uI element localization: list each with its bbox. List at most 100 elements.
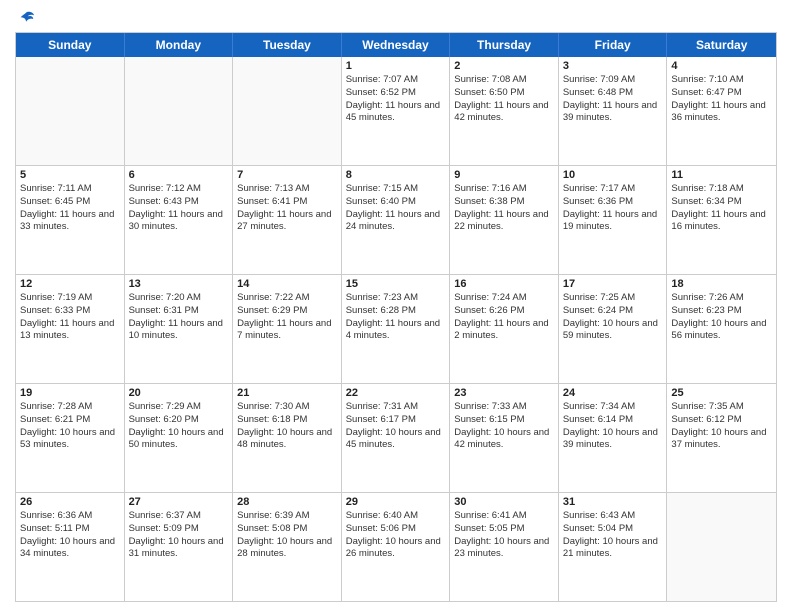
day-info: Sunrise: 7:10 AM Sunset: 6:47 PM Dayligh… bbox=[671, 74, 772, 125]
day-number: 28 bbox=[237, 496, 337, 508]
calendar-row-1: 5 Sunrise: 7:11 AM Sunset: 6:45 PM Daylig… bbox=[16, 166, 776, 275]
day-number: 2 bbox=[454, 60, 554, 72]
day-info: Sunrise: 7:26 AM Sunset: 6:23 PM Dayligh… bbox=[671, 292, 772, 343]
day-number: 7 bbox=[237, 169, 337, 181]
empty-cell bbox=[233, 57, 342, 165]
day-cell-21: 21 Sunrise: 7:30 AM Sunset: 6:18 PM Dayli… bbox=[233, 384, 342, 492]
empty-cell bbox=[667, 493, 776, 601]
day-number: 20 bbox=[129, 387, 229, 399]
day-number: 4 bbox=[671, 60, 772, 72]
day-info: Sunrise: 7:07 AM Sunset: 6:52 PM Dayligh… bbox=[346, 74, 446, 125]
day-number: 19 bbox=[20, 387, 120, 399]
day-info: Sunrise: 7:33 AM Sunset: 6:15 PM Dayligh… bbox=[454, 401, 554, 452]
day-cell-2: 2 Sunrise: 7:08 AM Sunset: 6:50 PM Daylig… bbox=[450, 57, 559, 165]
day-cell-12: 12 Sunrise: 7:19 AM Sunset: 6:33 PM Dayli… bbox=[16, 275, 125, 383]
calendar-header: SundayMondayTuesdayWednesdayThursdayFrid… bbox=[16, 33, 776, 57]
day-info: Sunrise: 7:11 AM Sunset: 6:45 PM Dayligh… bbox=[20, 183, 120, 234]
day-info: Sunrise: 7:23 AM Sunset: 6:28 PM Dayligh… bbox=[346, 292, 446, 343]
day-info: Sunrise: 7:30 AM Sunset: 6:18 PM Dayligh… bbox=[237, 401, 337, 452]
day-info: Sunrise: 6:39 AM Sunset: 5:08 PM Dayligh… bbox=[237, 510, 337, 561]
day-cell-19: 19 Sunrise: 7:28 AM Sunset: 6:21 PM Dayli… bbox=[16, 384, 125, 492]
calendar-body: 1 Sunrise: 7:07 AM Sunset: 6:52 PM Daylig… bbox=[16, 57, 776, 601]
day-number: 6 bbox=[129, 169, 229, 181]
day-cell-22: 22 Sunrise: 7:31 AM Sunset: 6:17 PM Dayli… bbox=[342, 384, 451, 492]
day-number: 13 bbox=[129, 278, 229, 290]
day-info: Sunrise: 7:25 AM Sunset: 6:24 PM Dayligh… bbox=[563, 292, 663, 343]
day-number: 21 bbox=[237, 387, 337, 399]
day-info: Sunrise: 6:43 AM Sunset: 5:04 PM Dayligh… bbox=[563, 510, 663, 561]
day-info: Sunrise: 7:31 AM Sunset: 6:17 PM Dayligh… bbox=[346, 401, 446, 452]
day-info: Sunrise: 7:12 AM Sunset: 6:43 PM Dayligh… bbox=[129, 183, 229, 234]
day-info: Sunrise: 7:28 AM Sunset: 6:21 PM Dayligh… bbox=[20, 401, 120, 452]
day-info: Sunrise: 7:34 AM Sunset: 6:14 PM Dayligh… bbox=[563, 401, 663, 452]
weekday-header-wednesday: Wednesday bbox=[342, 33, 451, 57]
day-number: 24 bbox=[563, 387, 663, 399]
day-cell-15: 15 Sunrise: 7:23 AM Sunset: 6:28 PM Dayli… bbox=[342, 275, 451, 383]
day-cell-27: 27Sunrise: 6:37 AM Sunset: 5:09 PM Dayli… bbox=[125, 493, 234, 601]
day-number: 10 bbox=[563, 169, 663, 181]
day-info: Sunrise: 7:22 AM Sunset: 6:29 PM Dayligh… bbox=[237, 292, 337, 343]
day-number: 22 bbox=[346, 387, 446, 399]
day-number: 12 bbox=[20, 278, 120, 290]
day-info: Sunrise: 7:15 AM Sunset: 6:40 PM Dayligh… bbox=[346, 183, 446, 234]
day-number: 11 bbox=[671, 169, 772, 181]
day-number: 9 bbox=[454, 169, 554, 181]
day-cell-14: 14 Sunrise: 7:22 AM Sunset: 6:29 PM Dayli… bbox=[233, 275, 342, 383]
day-info: Sunrise: 6:41 AM Sunset: 5:05 PM Dayligh… bbox=[454, 510, 554, 561]
logo-bird-icon bbox=[17, 10, 35, 28]
day-info: Sunrise: 7:17 AM Sunset: 6:36 PM Dayligh… bbox=[563, 183, 663, 234]
day-cell-30: 30 Sunrise: 6:41 AM Sunset: 5:05 PM Dayli… bbox=[450, 493, 559, 601]
day-number: 26 bbox=[20, 496, 120, 508]
calendar-row-0: 1 Sunrise: 7:07 AM Sunset: 6:52 PM Daylig… bbox=[16, 57, 776, 166]
day-cell-25: 25 Sunrise: 7:35 AM Sunset: 6:12 PM Dayli… bbox=[667, 384, 776, 492]
day-cell-23: 23 Sunrise: 7:33 AM Sunset: 6:15 PM Dayli… bbox=[450, 384, 559, 492]
day-info: Sunrise: 6:36 AM Sunset: 5:11 PM Dayligh… bbox=[20, 510, 120, 561]
day-number: 14 bbox=[237, 278, 337, 290]
day-number: 31 bbox=[563, 496, 663, 508]
day-cell-13: 13 Sunrise: 7:20 AM Sunset: 6:31 PM Dayli… bbox=[125, 275, 234, 383]
day-info: Sunrise: 7:24 AM Sunset: 6:26 PM Dayligh… bbox=[454, 292, 554, 343]
day-cell-4: 4 Sunrise: 7:10 AM Sunset: 6:47 PM Daylig… bbox=[667, 57, 776, 165]
calendar-row-2: 12 Sunrise: 7:19 AM Sunset: 6:33 PM Dayli… bbox=[16, 275, 776, 384]
calendar-row-4: 26 Sunrise: 6:36 AM Sunset: 5:11 PM Dayli… bbox=[16, 493, 776, 601]
header bbox=[15, 10, 777, 24]
day-cell-1: 1 Sunrise: 7:07 AM Sunset: 6:52 PM Daylig… bbox=[342, 57, 451, 165]
day-info: Sunrise: 7:20 AM Sunset: 6:31 PM Dayligh… bbox=[129, 292, 229, 343]
day-cell-7: 7Sunrise: 7:13 AM Sunset: 6:41 PM Daylig… bbox=[233, 166, 342, 274]
weekday-header-tuesday: Tuesday bbox=[233, 33, 342, 57]
weekday-header-friday: Friday bbox=[559, 33, 668, 57]
day-number: 15 bbox=[346, 278, 446, 290]
day-number: 8 bbox=[346, 169, 446, 181]
day-cell-24: 24 Sunrise: 7:34 AM Sunset: 6:14 PM Dayli… bbox=[559, 384, 668, 492]
day-info: Sunrise: 7:18 AM Sunset: 6:34 PM Dayligh… bbox=[671, 183, 772, 234]
day-cell-16: 16 Sunrise: 7:24 AM Sunset: 6:26 PM Dayli… bbox=[450, 275, 559, 383]
day-info: Sunrise: 7:29 AM Sunset: 6:20 PM Dayligh… bbox=[129, 401, 229, 452]
day-number: 25 bbox=[671, 387, 772, 399]
weekday-header-saturday: Saturday bbox=[667, 33, 776, 57]
day-number: 30 bbox=[454, 496, 554, 508]
day-number: 5 bbox=[20, 169, 120, 181]
weekday-header-sunday: Sunday bbox=[16, 33, 125, 57]
day-cell-26: 26 Sunrise: 6:36 AM Sunset: 5:11 PM Dayli… bbox=[16, 493, 125, 601]
day-cell-29: 29Sunrise: 6:40 AM Sunset: 5:06 PM Dayli… bbox=[342, 493, 451, 601]
page: SundayMondayTuesdayWednesdayThursdayFrid… bbox=[0, 0, 792, 612]
day-cell-31: 31 Sunrise: 6:43 AM Sunset: 5:04 PM Dayli… bbox=[559, 493, 668, 601]
calendar-row-3: 19 Sunrise: 7:28 AM Sunset: 6:21 PM Dayli… bbox=[16, 384, 776, 493]
day-info: Sunrise: 6:37 AM Sunset: 5:09 PM Dayligh… bbox=[129, 510, 229, 561]
day-cell-17: 17Sunrise: 7:25 AM Sunset: 6:24 PM Dayli… bbox=[559, 275, 668, 383]
day-info: Sunrise: 7:35 AM Sunset: 6:12 PM Dayligh… bbox=[671, 401, 772, 452]
day-info: Sunrise: 7:19 AM Sunset: 6:33 PM Dayligh… bbox=[20, 292, 120, 343]
day-number: 16 bbox=[454, 278, 554, 290]
day-info: Sunrise: 7:09 AM Sunset: 6:48 PM Dayligh… bbox=[563, 74, 663, 125]
day-cell-3: 3 Sunrise: 7:09 AM Sunset: 6:48 PM Daylig… bbox=[559, 57, 668, 165]
day-cell-5: 5 Sunrise: 7:11 AM Sunset: 6:45 PM Daylig… bbox=[16, 166, 125, 274]
logo bbox=[15, 10, 35, 24]
day-cell-28: 28 Sunrise: 6:39 AM Sunset: 5:08 PM Dayli… bbox=[233, 493, 342, 601]
day-info: Sunrise: 7:08 AM Sunset: 6:50 PM Dayligh… bbox=[454, 74, 554, 125]
day-number: 23 bbox=[454, 387, 554, 399]
day-number: 18 bbox=[671, 278, 772, 290]
day-number: 1 bbox=[346, 60, 446, 72]
day-cell-18: 18 Sunrise: 7:26 AM Sunset: 6:23 PM Dayli… bbox=[667, 275, 776, 383]
empty-cell bbox=[16, 57, 125, 165]
day-number: 3 bbox=[563, 60, 663, 72]
